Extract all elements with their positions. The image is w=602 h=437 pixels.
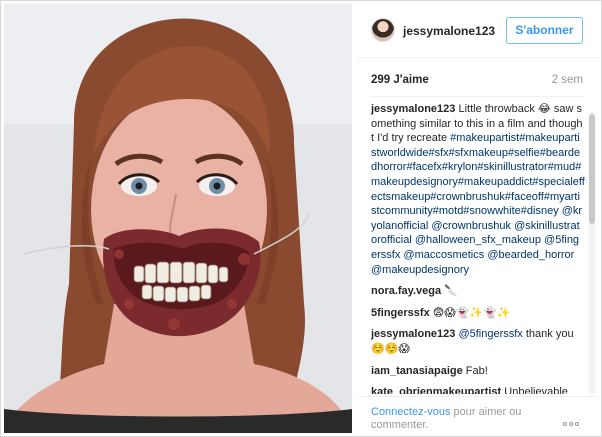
dot-icon <box>569 422 573 426</box>
post-footer: Connectez-vous pour aimer ou commenter. <box>357 396 598 433</box>
post-timestamp[interactable]: 2 sem <box>552 74 583 86</box>
login-prompt: Connectez-vous pour aimer ou commenter. <box>371 406 541 432</box>
more-options-icon[interactable] <box>563 413 585 426</box>
post-side-panel: jessymalone123 S'abonner 299 J'aime 2 se… <box>357 4 598 433</box>
likes-count[interactable]: 299 J'aime <box>371 74 429 86</box>
comment-item: 5fingerssfx 😨😱👻✨👻✨ <box>371 306 585 321</box>
comment-author[interactable]: jessymalone123 <box>371 328 455 340</box>
comment-link[interactable]: @halloween_sfx_makeup <box>415 234 541 246</box>
scrollbar-thumb[interactable] <box>589 114 595 224</box>
comment-item: jessymalone123 Little throwback 😂 saw so… <box>371 102 585 277</box>
comment-link[interactable]: @bearded_horror <box>487 249 574 261</box>
comment-link[interactable]: @crownbrushuk <box>431 220 511 232</box>
comment-text: 😨😱👻✨👻✨ <box>429 306 511 319</box>
avatar[interactable] <box>371 18 395 42</box>
comment-link[interactable]: @makeupdesignory <box>371 264 469 276</box>
comment-author[interactable]: jessymalone123 <box>371 103 455 115</box>
post-photo-illustration <box>4 4 352 433</box>
comment-text: Fab! <box>462 364 488 377</box>
divider <box>371 96 583 97</box>
comment-scrollbar[interactable] <box>589 112 595 394</box>
comment-author[interactable]: iam_tanasiapaige <box>371 365 463 377</box>
comment-list[interactable]: jessymalone123 Little throwback 😂 saw so… <box>371 102 585 394</box>
post-photo[interactable] <box>4 4 352 433</box>
comment-author[interactable]: kate_obrienmakeupartist <box>371 386 501 394</box>
comment-item: iam_tanasiapaige Fab! <box>371 364 585 379</box>
comment-item: nora.fay.vega 🔪 <box>371 284 585 299</box>
comment-text: Unbelievable <box>501 386 568 394</box>
comment-item: jessymalone123 @5fingerssfx thank you ☺️… <box>371 327 585 356</box>
post-header: jessymalone123 S'abonner <box>357 4 598 58</box>
comment-author[interactable]: nora.fay.vega <box>371 285 441 297</box>
follow-button[interactable]: S'abonner <box>506 17 583 44</box>
dot-icon <box>575 422 579 426</box>
comment-author[interactable]: 5fingerssfx <box>371 307 430 319</box>
comment-text: 🔪 <box>441 285 458 298</box>
comment-item: kate_obrienmakeupartist Unbelievable <box>371 385 585 394</box>
comment-link[interactable]: @5fingerssfx <box>455 328 522 340</box>
header-username[interactable]: jessymalone123 <box>403 24 495 38</box>
comment-link[interactable]: @maccosmetics <box>403 249 484 261</box>
comment-link[interactable]: #makeupartist#makeupartistworldwide#sfx#… <box>371 132 585 217</box>
post-stats: 299 J'aime 2 sem <box>371 74 583 90</box>
login-link[interactable]: Connectez-vous <box>371 406 451 418</box>
dot-icon <box>563 422 567 426</box>
instagram-post-frame: jessymalone123 S'abonner 299 J'aime 2 se… <box>0 0 602 437</box>
